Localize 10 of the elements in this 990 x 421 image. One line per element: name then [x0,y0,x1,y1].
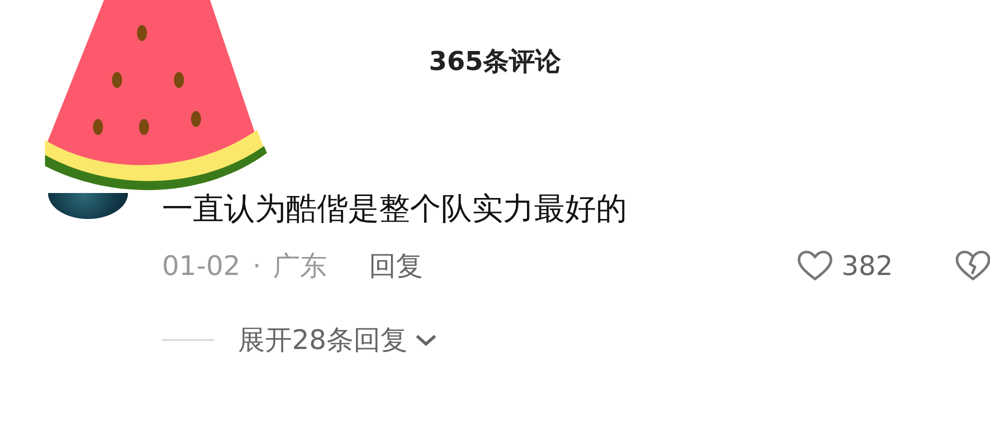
comment-count-title: 365条评论 [428,46,562,79]
broken-heart-icon[interactable] [955,250,990,282]
comment-location: 广东 [273,250,328,284]
comment-text: 一直认为酷偕是整个队实力最好的 [162,191,628,228]
like-count: 382 [841,250,893,282]
reply-button[interactable]: 回复 [369,248,424,284]
heart-icon[interactable] [797,250,834,282]
comment-date: 01-02 [162,250,240,282]
expand-replies-button[interactable]: 展开28条回复 [238,322,440,358]
separator-dot: · [252,250,262,282]
